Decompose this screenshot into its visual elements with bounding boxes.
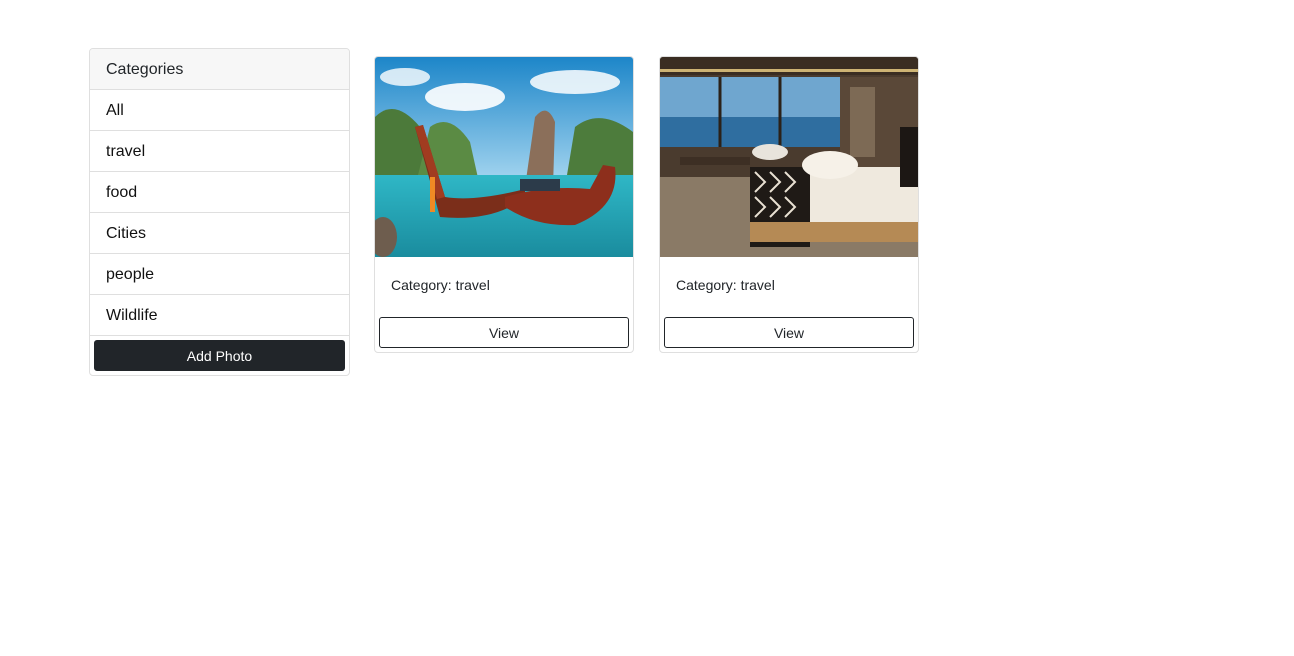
category-item-wildlife[interactable]: Wildlife <box>90 295 349 336</box>
view-button[interactable]: View <box>664 317 914 348</box>
card-footer: View <box>660 315 918 352</box>
page: Categories All travel food Cities people… <box>0 0 1294 656</box>
view-button[interactable]: View <box>379 317 629 348</box>
photo-image-hotel-room[interactable] <box>660 57 918 257</box>
category-item-cities[interactable]: Cities <box>90 213 349 254</box>
category-item-food[interactable]: food <box>90 172 349 213</box>
category-item-people[interactable]: people <box>90 254 349 295</box>
categories-panel: Categories All travel food Cities people… <box>89 48 350 376</box>
card-footer: View <box>375 315 633 352</box>
add-photo-button[interactable]: Add Photo <box>94 340 345 371</box>
photo-card: Category: travel View <box>659 56 919 353</box>
photo-image-boats[interactable] <box>375 57 633 257</box>
categories-title: Categories <box>90 49 349 90</box>
category-list: All travel food Cities people Wildlife <box>90 90 349 336</box>
card-category: Category: travel <box>676 277 775 293</box>
category-item-travel[interactable]: travel <box>90 131 349 172</box>
photo-card: Category: travel View <box>374 56 634 353</box>
add-photo-wrap: Add Photo <box>90 336 349 375</box>
card-body: Category: travel <box>375 257 633 315</box>
category-item-all[interactable]: All <box>90 90 349 131</box>
card-body: Category: travel <box>660 257 918 315</box>
card-category: Category: travel <box>391 277 490 293</box>
